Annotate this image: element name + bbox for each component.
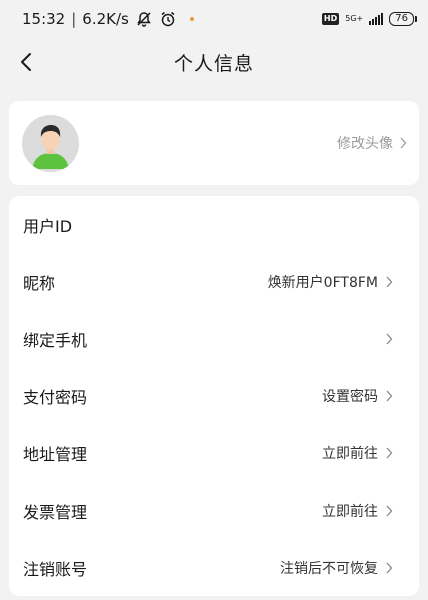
chevron-right-icon (386, 276, 393, 288)
row-label: 支付密码 (23, 388, 88, 408)
row-label: 注销账号 (23, 559, 88, 579)
back-arrow-icon (21, 53, 31, 71)
mute-bell-icon (137, 12, 151, 27)
title-bar: 个人信息 (0, 38, 428, 86)
row-value: 立即前往 (322, 503, 378, 520)
battery-icon: 76 (389, 12, 417, 26)
status-left: 15:32 | 6.2K/s (22, 10, 201, 28)
row-invoice-management[interactable]: 发票管理 立即前往 (9, 482, 419, 539)
row-cancel-account[interactable]: 注销账号 注销后不可恢复 (9, 539, 419, 596)
row-label: 绑定手机 (23, 330, 88, 350)
chevron-right-icon (386, 333, 393, 345)
signal-icon (369, 13, 384, 25)
row-user-id[interactable]: 用户ID (9, 196, 419, 253)
status-bar: 15:32 | 6.2K/s HD 5G+ 76 (0, 0, 428, 38)
status-time: 15:32 (22, 10, 66, 28)
back-button[interactable] (12, 48, 40, 76)
chevron-right-icon (386, 447, 393, 459)
row-label: 用户ID (23, 216, 73, 236)
avatar (22, 114, 79, 172)
status-right: HD 5G+ 76 (321, 12, 417, 26)
row-value: 立即前往 (322, 446, 378, 463)
row-nickname[interactable]: 昵称 焕新用户0FT8FM (9, 253, 419, 310)
network-type: 5G+ (345, 14, 364, 23)
change-avatar-label: 修改头像 (337, 136, 393, 152)
row-bind-phone[interactable]: 绑定手机 (9, 310, 419, 367)
status-separator: | (71, 10, 77, 28)
change-avatar-link[interactable]: 修改头像 (337, 133, 407, 153)
row-label: 地址管理 (23, 445, 88, 465)
avatar-card[interactable]: 修改头像 (9, 101, 419, 185)
chevron-right-icon (386, 390, 393, 402)
alarm-icon (161, 11, 175, 27)
row-value-wrap (378, 333, 393, 345)
row-value: 焕新用户0FT8FM (267, 274, 378, 291)
row-value-wrap: 设置密码 (322, 386, 393, 406)
avatar-illustration-icon (22, 114, 79, 172)
row-value: 设置密码 (322, 389, 378, 406)
status-net-speed: 6.2K/s (82, 10, 129, 28)
chevron-right-icon (386, 505, 393, 516)
row-label: 昵称 (23, 273, 56, 293)
hd-badge: HD (321, 13, 340, 25)
row-value: 注销后不可恢复 (280, 560, 378, 577)
chevron-right-icon (400, 137, 407, 149)
row-value-wrap: 焕新用户0FT8FM (268, 272, 393, 292)
row-payment-password[interactable]: 支付密码 设置密码 (9, 368, 419, 425)
row-label: 发票管理 (23, 502, 88, 522)
info-list: 用户ID 昵称 焕新用户0FT8FM 绑定手机 支付密码 设置密码 地址管理 立… (9, 196, 419, 596)
chevron-right-icon (386, 562, 393, 574)
row-value-wrap: 立即前往 (322, 443, 393, 463)
row-value-wrap: 立即前往 (322, 501, 393, 521)
row-address-management[interactable]: 地址管理 立即前往 (9, 425, 419, 482)
page-title: 个人信息 (173, 52, 254, 75)
notification-dot-icon (189, 17, 194, 21)
row-value-wrap: 注销后不可恢复 (280, 558, 393, 578)
